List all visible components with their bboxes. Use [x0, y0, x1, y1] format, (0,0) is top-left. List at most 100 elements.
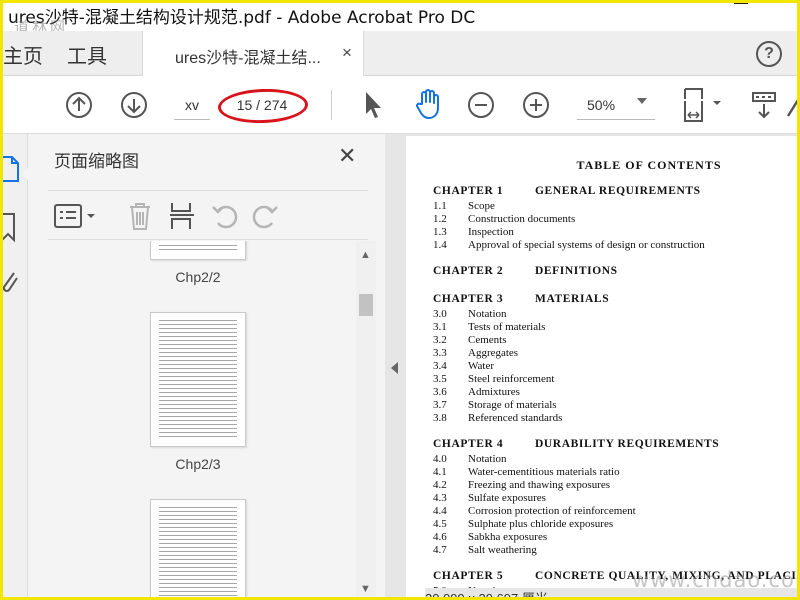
toc-entry[interactable]: 1.3 Inspection [433, 226, 514, 238]
toc-entry[interactable]: 4.1 Water-cementitious materials ratio [433, 466, 620, 478]
rotate-left-icon[interactable] [210, 201, 240, 231]
toc-entry-title: Storage of materials [468, 399, 557, 411]
help-icon[interactable]: ? [756, 41, 782, 67]
toc-entry[interactable]: 4.3 Sulfate exposures [433, 492, 546, 504]
hand-tool-icon[interactable] [413, 88, 443, 120]
toc-entry-title: Sulfate exposures [468, 492, 546, 504]
zoom-in-icon[interactable] [522, 91, 550, 119]
toc-entry-title: Cements [468, 334, 507, 346]
fit-page-icon[interactable] [682, 87, 726, 123]
document-view: TABLE OF CONTENTS CHAPTER 1 GENERAL REQUI… [385, 134, 800, 600]
zoom-level-select[interactable]: 50% [577, 90, 655, 120]
toc-entry[interactable]: 4.5 Sulphate plus chloride exposures [433, 518, 613, 530]
insert-page-icon[interactable] [168, 201, 196, 231]
toc-entry-number: 3.7 [433, 399, 447, 411]
toc-chapter[interactable]: CHAPTER 4 DURABILITY REQUIREMENTS [433, 438, 719, 450]
toc-entry-number: 3.1 [433, 321, 447, 333]
panel-title: 页面缩略图 [54, 152, 139, 172]
rotate-right-icon[interactable] [250, 201, 280, 231]
toc-entry[interactable]: 3.8 Referenced standards [433, 412, 562, 424]
page-thumbnail[interactable] [150, 312, 246, 447]
toc-entry[interactable]: 3.7 Storage of materials [433, 399, 557, 411]
panel-toolbar [48, 190, 368, 240]
tab-document-label: ures沙特-混凝土结... [175, 50, 321, 67]
toc-chapter[interactable]: CHAPTER 2 DEFINITIONS [433, 265, 618, 277]
scroll-down-icon[interactable]: ▼ [360, 583, 371, 595]
toc-entry-number: 4.7 [433, 544, 447, 556]
tab-home[interactable]: 主页 [3, 40, 43, 69]
toc-entry-title: Water-cementitious materials ratio [468, 466, 620, 478]
toolbar: xv 15 / 274 50% [0, 76, 800, 134]
page-thumbnail[interactable] [150, 241, 246, 260]
chevron-down-icon[interactable] [637, 98, 647, 104]
toc-entry[interactable]: 3.4 Water [433, 360, 494, 372]
toc-entry-title: Corrosion protection of reinforcement [468, 505, 636, 517]
toc-entry-title: Tests of materials [468, 321, 546, 333]
close-panel-icon[interactable]: ✕ [338, 143, 356, 169]
toc-entry-title: Inspection [468, 226, 514, 238]
zoom-out-icon[interactable] [467, 91, 495, 119]
scrollbar-thumb[interactable] [359, 294, 373, 316]
window-title: ures沙特-混凝土结构设计规范.pdf - Adobe Acrobat Pro… [8, 8, 476, 28]
collapse-panel-icon[interactable] [391, 362, 398, 374]
toc-entry[interactable]: 3.0 Notation [433, 308, 507, 320]
toc-title: TABLE OF CONTENTS [576, 158, 722, 172]
thumbnails-panel: 页面缩略图 ✕ Chp2/2 Chp2/3 ▲ ▼ [28, 134, 385, 600]
toc-entry[interactable]: 4.7 Salt weathering [433, 544, 537, 556]
toc-entry-number: 4.6 [433, 531, 447, 543]
toc-entry[interactable]: 1.4 Approval of special systems of design… [433, 239, 705, 251]
watermark-bottom: www.chdao.com [632, 568, 800, 592]
toc-chapter-title: GENERAL REQUIREMENTS [535, 185, 701, 197]
toc-chapter-title: DURABILITY REQUIREMENTS [535, 438, 720, 450]
thumbnail-scrollbar[interactable]: ▲ ▼ [356, 241, 376, 600]
scroll-mode-icon[interactable] [751, 89, 777, 121]
toc-entry-title: Steel reinforcement [468, 373, 555, 385]
attachment-icon[interactable] [0, 269, 20, 299]
toc-entry-title: Admixtures [468, 386, 520, 398]
toc-chapter[interactable]: CHAPTER 3 MATERIALS [433, 293, 609, 305]
toc-entry-number: 3.8 [433, 412, 447, 424]
page-thumbnails-icon[interactable] [0, 155, 20, 183]
bookmark-icon[interactable] [0, 212, 18, 244]
thumbnail-options-icon[interactable] [54, 203, 100, 229]
toc-entry[interactable]: 4.2 Freezing and thawing exposures [433, 479, 610, 491]
toc-entry-number: 4.5 [433, 518, 447, 530]
toc-entry-title: Approval of special systems of design or… [468, 239, 705, 251]
page-thumbnail[interactable] [150, 499, 246, 600]
toc-entry-title: Sabkha exposures [468, 531, 548, 543]
toc-entry[interactable]: 4.6 Sabkha exposures [433, 531, 547, 543]
toc-chapter[interactable]: CHAPTER 1 GENERAL REQUIREMENTS [433, 185, 701, 197]
toc-entry[interactable]: 3.1 Tests of materials [433, 321, 545, 333]
toc-entry[interactable]: 3.5 Steel reinforcement [433, 373, 554, 385]
select-tool-icon[interactable] [362, 90, 384, 120]
toc-entry[interactable]: 1.2 Construction documents [433, 213, 575, 225]
close-tab-icon[interactable]: × [342, 43, 352, 63]
annotate-tool-icon[interactable] [786, 94, 800, 120]
tab-tools[interactable]: 工具 [67, 40, 107, 69]
toc-entry[interactable]: 3.6 Admixtures [433, 386, 520, 398]
toc-chapter-number: CHAPTER 1 [433, 185, 504, 197]
toc-entry-number: 4.3 [433, 492, 447, 504]
toc-entry-number: 3.4 [433, 360, 447, 372]
toc-chapter-number: CHAPTER 4 [433, 438, 504, 450]
page-size-readout: 20.999 x 29.697 厘米 [425, 591, 548, 600]
toc-entry-title: Scope [468, 200, 495, 212]
toc-entry[interactable]: 1.1 Scope [433, 200, 495, 212]
previous-page-icon[interactable] [65, 91, 93, 119]
delete-page-icon[interactable] [127, 201, 153, 231]
toc-entry[interactable]: 3.3 Aggregates [433, 347, 518, 359]
next-page-icon[interactable] [120, 91, 148, 119]
toc-entry[interactable]: 4.4 Corrosion protection of reinforcement [433, 505, 636, 517]
minimize-button[interactable] [734, 2, 748, 4]
title-bar: ures沙特-混凝土结构设计规范.pdf - Adobe Acrobat Pro… [0, 0, 800, 31]
tab-document[interactable]: ures沙特-混凝土结... × [142, 31, 364, 76]
scroll-up-icon[interactable]: ▲ [360, 249, 371, 261]
toc-entry[interactable]: 3.2 Cements [433, 334, 507, 346]
toc-entry[interactable]: 4.0 Notation [433, 453, 507, 465]
tab-bar: 主页 工具 ures沙特-混凝土结... × ? [0, 31, 800, 76]
toc-chapter-number: CHAPTER 3 [433, 293, 504, 305]
toc-entry-title: Freezing and thawing exposures [468, 479, 611, 491]
page-number-input[interactable]: xv [174, 90, 210, 120]
toc-entry-number: 1.2 [433, 213, 447, 225]
toc-entry-number: 3.3 [433, 347, 447, 359]
